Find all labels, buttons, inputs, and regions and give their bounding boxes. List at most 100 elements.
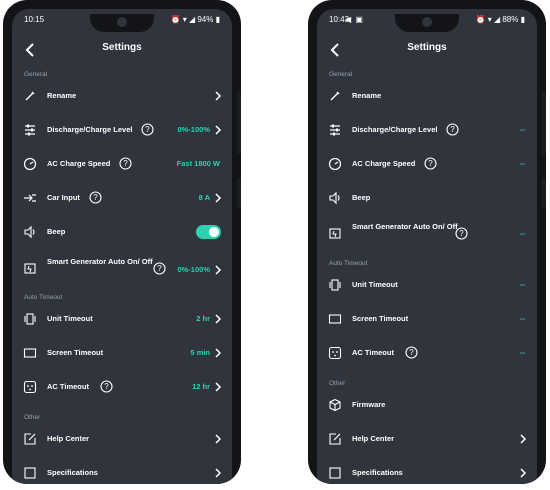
image-icon: ▣ — [355, 15, 364, 24]
row-value: -- — [520, 280, 525, 289]
row-car-input[interactable]: Car Input ? 8 A — [12, 187, 232, 209]
chevron-right-icon — [215, 125, 222, 135]
svg-text:?: ? — [93, 193, 98, 202]
section-other: Other — [24, 414, 41, 421]
row-discharge-charge-level[interactable]: Discharge/Charge Level ? 0%-100% — [12, 119, 232, 141]
help-circle-icon[interactable]: ? — [100, 380, 113, 393]
row-specifications[interactable]: Specifications — [317, 462, 537, 484]
help-circle-icon[interactable]: ? — [424, 157, 437, 170]
phone-right: 10:43 ◀ ▣ ⏰ ▾ ◢ 88% ▮ Settings General R… — [308, 0, 546, 484]
volume-button — [542, 178, 546, 208]
row-label: Help Center — [47, 434, 90, 443]
pencil-icon — [330, 91, 340, 101]
status-bar: 10:43 ◀ ▣ ⏰ ▾ ◢ 88% ▮ — [317, 15, 537, 29]
svg-text:?: ? — [145, 125, 150, 134]
row-value: 0%-100% — [177, 125, 210, 134]
row-rename[interactable]: Rename — [317, 85, 537, 107]
row-ac-charge-speed[interactable]: AC Charge Speed ? Fast 1800 W — [12, 153, 232, 175]
status-left-icons: ◀ ▣ — [345, 15, 364, 24]
alarm-icon: ⏰ — [475, 15, 486, 24]
beep-toggle[interactable] — [196, 225, 221, 239]
chevron-right-icon — [215, 193, 222, 203]
row-rename[interactable]: Rename — [12, 85, 232, 107]
svg-text:?: ? — [123, 159, 128, 168]
row-smart-generator[interactable]: Smart Generator Auto On/ Off ? 0%-100% — [12, 256, 232, 278]
row-ac-timeout[interactable]: AC Timeout ? -- — [317, 342, 537, 364]
row-value: -- — [520, 314, 525, 323]
row-label: Discharge/Charge Level — [352, 125, 438, 134]
section-general: General — [329, 71, 353, 78]
row-label: Beep — [352, 193, 371, 202]
row-label: Firmware — [352, 400, 386, 409]
row-label: Beep — [47, 227, 66, 236]
svg-text:?: ? — [157, 264, 162, 273]
row-beep[interactable]: Beep — [317, 187, 537, 209]
row-beep[interactable]: Beep — [12, 221, 232, 243]
svg-text:?: ? — [104, 382, 109, 391]
row-value: -- — [520, 229, 525, 238]
sliders-icon — [330, 124, 340, 136]
row-ac-timeout[interactable]: AC Timeout ? 12 hr — [12, 376, 232, 398]
row-value: 12 hr — [192, 382, 210, 391]
row-value: -- — [520, 348, 525, 357]
row-value: -- — [520, 125, 525, 134]
settings-screen: 10:43 ◀ ▣ ⏰ ▾ ◢ 88% ▮ Settings General R… — [317, 9, 537, 484]
section-auto-timeout: Auto Timeout — [329, 260, 368, 267]
section-other: Other — [329, 380, 346, 387]
row-discharge-charge-level[interactable]: Discharge/Charge Level ? -- — [317, 119, 537, 141]
row-unit-timeout[interactable]: Unit Timeout 2 hr — [12, 308, 232, 330]
firmware-cube-icon — [329, 398, 341, 412]
svg-text:?: ? — [428, 159, 433, 168]
svg-text:?: ? — [459, 229, 464, 238]
row-label: Unit Timeout — [352, 280, 398, 289]
row-label: Unit Timeout — [47, 314, 93, 323]
row-label: Help Center — [352, 434, 395, 443]
help-circle-icon[interactable]: ? — [141, 123, 154, 136]
title-bar: Settings — [12, 39, 232, 61]
battery-percent: 94% — [197, 15, 214, 24]
help-center-icon — [329, 433, 341, 445]
row-help-center[interactable]: Help Center — [317, 428, 537, 450]
row-smart-generator[interactable]: Smart Generator Auto On/ Off ? -- — [317, 221, 537, 243]
chevron-right-icon — [215, 348, 222, 358]
volume-button — [237, 178, 241, 208]
row-screen-timeout[interactable]: Screen Timeout 5 min — [12, 342, 232, 364]
speaker-icon — [329, 191, 340, 205]
row-ac-charge-speed[interactable]: AC Charge Speed ? -- — [317, 153, 537, 175]
row-specifications[interactable]: Specifications — [12, 462, 232, 484]
status-bar: 10:15 ⏰ ▾ ◢ 94% ▮ — [12, 15, 232, 29]
row-label: AC Charge Speed — [352, 159, 416, 168]
help-circle-icon[interactable]: ? — [89, 191, 102, 204]
row-value: -- — [520, 159, 525, 168]
help-circle-icon[interactable]: ? — [119, 157, 132, 170]
generator-icon — [329, 228, 341, 239]
navigation-icon: ◀ — [345, 15, 353, 24]
chevron-right-icon — [215, 91, 222, 101]
row-label: Specifications — [47, 468, 98, 477]
row-value: 2 hr — [196, 314, 210, 323]
speaker-icon — [24, 225, 35, 239]
power-button — [237, 92, 241, 154]
help-circle-icon[interactable]: ? — [405, 346, 418, 359]
power-button — [542, 92, 546, 154]
help-circle-icon[interactable]: ? — [153, 262, 166, 275]
speedometer-icon — [23, 157, 37, 171]
row-label: Discharge/Charge Level — [47, 125, 133, 134]
ac-outlet-icon — [23, 380, 37, 394]
row-label: Screen Timeout — [47, 348, 104, 357]
chevron-right-icon — [215, 382, 222, 392]
help-circle-icon[interactable]: ? — [446, 123, 459, 136]
row-value: Fast 1800 W — [176, 159, 220, 168]
chevron-right-icon — [215, 314, 222, 324]
row-firmware[interactable]: Firmware — [317, 394, 537, 416]
row-unit-timeout[interactable]: Unit Timeout -- — [317, 274, 537, 296]
row-value: 8 A — [198, 193, 210, 202]
row-value: 0%-100% — [177, 265, 210, 274]
help-circle-icon[interactable]: ? — [455, 227, 468, 240]
row-label: Rename — [47, 91, 77, 100]
svg-text:?: ? — [450, 125, 455, 134]
row-screen-timeout[interactable]: Screen Timeout -- — [317, 308, 537, 330]
row-help-center[interactable]: Help Center — [12, 428, 232, 450]
signal-icon: ◢ — [493, 15, 501, 24]
title-bar: Settings — [317, 39, 537, 61]
